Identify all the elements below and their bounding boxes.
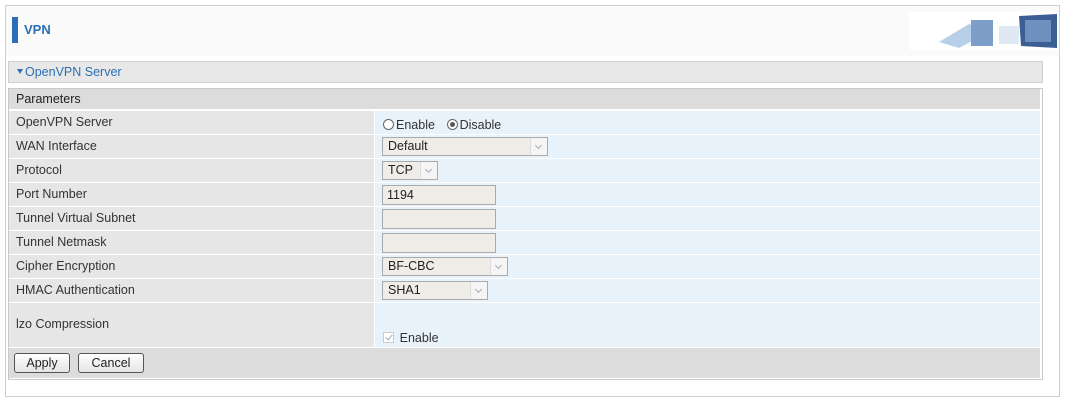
openvpn-server-label: OpenVPN Server <box>9 111 374 134</box>
row-wan-interface: WAN Interface Default <box>9 134 1040 158</box>
chevron-down-icon <box>470 282 487 299</box>
chevron-down-icon <box>530 138 547 155</box>
row-hmac-authentication: HMAC Authentication SHA1 <box>9 278 1040 302</box>
wan-interface-select[interactable]: Default <box>382 137 548 156</box>
lzo-enable-label: Enable <box>399 330 439 345</box>
section-title-bar[interactable]: OpenVPN Server <box>8 61 1043 83</box>
hmac-authentication-value: SHA1 <box>375 279 1040 302</box>
port-number-input[interactable]: 1194 <box>382 185 496 205</box>
port-number-value: 1194 <box>375 183 1040 206</box>
openvpn-server-value: Enable Disable <box>375 111 1040 134</box>
cancel-button[interactable]: Cancel <box>78 353 144 373</box>
lzo-enable-checkbox[interactable] <box>383 332 394 344</box>
tunnel-virtual-subnet-label: Tunnel Virtual Subnet <box>9 207 374 230</box>
chevron-down-icon <box>420 162 437 179</box>
wan-interface-value: Default <box>375 135 1040 158</box>
cipher-encryption-select[interactable]: BF-CBC <box>382 257 508 276</box>
row-lzo-compression: lzo Compression Enable <box>9 302 1040 347</box>
hmac-authentication-select[interactable]: SHA1 <box>382 281 488 300</box>
row-protocol: Protocol TCP <box>9 158 1040 182</box>
cipher-encryption-value: BF-CBC <box>375 255 1040 278</box>
disable-radio-label: Disable <box>459 117 502 132</box>
tunnel-netmask-label: Tunnel Netmask <box>9 231 374 254</box>
protocol-label: Protocol <box>9 159 374 182</box>
apply-button[interactable]: Apply <box>14 353 70 373</box>
row-tunnel-virtual-subnet: Tunnel Virtual Subnet <box>9 206 1040 230</box>
protocol-value: TCP <box>375 159 1040 182</box>
tunnel-netmask-input[interactable] <box>382 233 496 253</box>
header-banner-image <box>909 12 1059 50</box>
lzo-compression-value: Enable <box>375 303 1040 347</box>
lzo-compression-label-cell: lzo Compression <box>9 303 374 347</box>
protocol-selected: TCP <box>388 163 413 177</box>
page-header: VPN <box>6 6 1059 56</box>
hmac-authentication-label: HMAC Authentication <box>9 279 374 302</box>
header-accent-bar <box>12 17 18 43</box>
collapse-triangle-icon[interactable] <box>17 69 23 75</box>
tunnel-virtual-subnet-value <box>375 207 1040 230</box>
parameters-heading: Parameters <box>9 89 1040 109</box>
hmac-authentication-selected: SHA1 <box>388 283 421 297</box>
tunnel-netmask-value <box>375 231 1040 254</box>
chevron-down-icon <box>490 258 507 275</box>
wan-interface-selected: Default <box>388 139 428 153</box>
disable-radio[interactable] <box>446 119 458 131</box>
wan-interface-label: WAN Interface <box>9 135 374 158</box>
enable-radio[interactable] <box>383 119 394 131</box>
lzo-compression-label: lzo Compression <box>16 317 110 331</box>
cipher-encryption-label: Cipher Encryption <box>9 255 374 278</box>
page-title: VPN <box>24 22 51 37</box>
port-number-label: Port Number <box>9 183 374 206</box>
row-openvpn-server: OpenVPN Server Enable Disable <box>9 110 1040 134</box>
enable-radio-label: Enable <box>396 117 435 132</box>
protocol-select[interactable]: TCP <box>382 161 438 180</box>
row-tunnel-netmask: Tunnel Netmask <box>9 230 1040 254</box>
cipher-encryption-selected: BF-CBC <box>388 259 435 273</box>
row-cipher-encryption: Cipher Encryption BF-CBC <box>9 254 1040 278</box>
section-title: OpenVPN Server <box>25 65 122 79</box>
row-port-number: Port Number 1194 <box>9 182 1040 206</box>
button-bar: Apply Cancel <box>9 348 1040 378</box>
tunnel-virtual-subnet-input[interactable] <box>382 209 496 229</box>
